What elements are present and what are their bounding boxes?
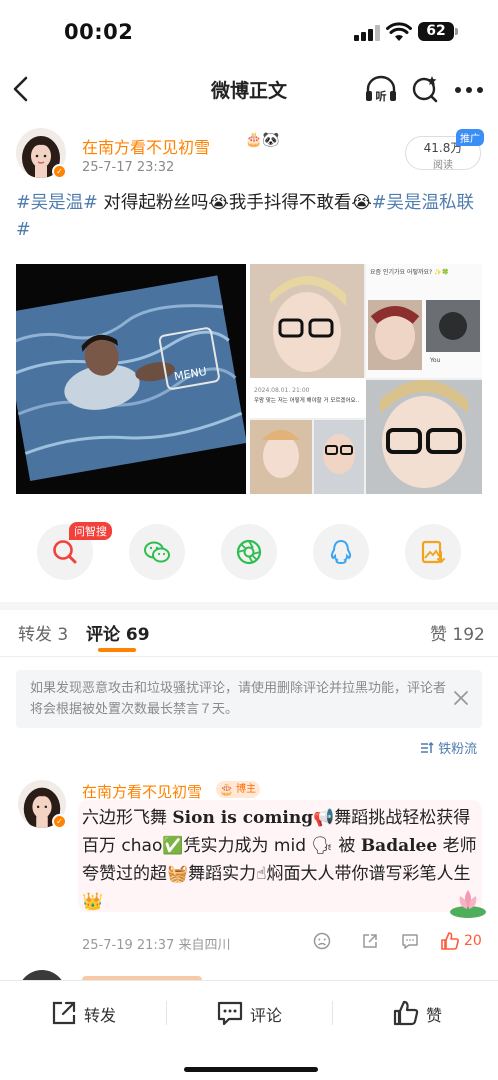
post-image-1[interactable]: MENU — [16, 264, 246, 494]
tab-like[interactable]: 赞 192 — [430, 620, 485, 645]
share-comment-icon[interactable] — [361, 932, 379, 950]
share-qq-button[interactable] — [313, 524, 369, 580]
battery-indicator: 62 — [418, 22, 454, 41]
tab-comment[interactable]: 评论 69 — [86, 620, 150, 645]
tab-comment-count: 69 — [125, 625, 150, 645]
tab-like-count: 192 — [452, 625, 485, 645]
ai-search-icon — [53, 540, 77, 564]
crown-icon: 🎂 — [219, 782, 234, 796]
comment-time: 25-7-19 21:37 — [82, 938, 175, 953]
share-wechat-button[interactable] — [129, 524, 185, 580]
sort-button[interactable]: 铁粉流 — [420, 738, 477, 757]
like-icon[interactable] — [440, 931, 460, 951]
ai-search-tag: 问智搜 — [69, 522, 112, 540]
read-label: 阅读 — [433, 160, 453, 171]
like-label: 赞 — [426, 1006, 443, 1025]
tab-repost-label: 转发 — [18, 625, 52, 645]
author-name[interactable]: 在南方看不见初雪 — [82, 134, 210, 158]
blogger-badge-label: 博主 — [236, 784, 256, 795]
comment-label: 评论 — [250, 1006, 283, 1025]
signal-icon — [354, 25, 380, 41]
repost-label: 转发 — [84, 1006, 117, 1025]
nav-bar: 微博正文 听 — [0, 64, 498, 114]
active-tab-indicator — [98, 648, 136, 652]
crying-emoji: 😭 — [208, 193, 229, 213]
verified-badge-icon: ✓ — [52, 814, 67, 829]
reply-icon[interactable] — [401, 932, 419, 950]
promo-tag: 推广 — [456, 129, 484, 146]
post-text-part: 对得起粉丝吗 — [97, 193, 209, 213]
like-icon — [393, 1000, 419, 1026]
bottom-separator — [332, 1001, 333, 1025]
comment-icon — [217, 1001, 243, 1026]
wifi-icon — [386, 22, 412, 41]
author-badges: 🎂🐼 — [245, 132, 280, 148]
blogger-badge: 🎂 博主 — [216, 781, 260, 798]
save-image-button[interactable] — [405, 524, 461, 580]
bottom-separator — [166, 1001, 167, 1025]
battery-tip — [455, 28, 458, 35]
share-moments-button[interactable] — [221, 524, 277, 580]
post-image-2[interactable]: 요즘 인기가요 어떻까요? ✨🍀 You 2024.08.01. 21:00 우… — [250, 264, 482, 494]
image-caption: 2024.08.01. 21:00 — [254, 387, 310, 394]
sort-label: 铁粉流 — [438, 742, 478, 757]
listen-icon-text: 听 — [376, 89, 387, 103]
topic-link[interactable]: #吴是温# — [16, 193, 98, 213]
image-caption: 요즘 인기가요 어떻까요? ✨🍀 — [370, 268, 449, 276]
more-icon[interactable] — [454, 86, 484, 94]
repost-icon — [52, 1001, 76, 1025]
wechat-icon — [144, 541, 170, 563]
sort-icon — [421, 741, 434, 753]
tab-divider — [0, 656, 498, 657]
tab-repost-count: 3 — [57, 625, 69, 645]
tab-repost[interactable]: 转发 3 — [18, 620, 68, 645]
post-time: 25-7-17 23:32 — [82, 160, 175, 175]
comment-button[interactable]: 评论 — [216, 999, 296, 1027]
verified-badge-icon: ✓ — [52, 164, 67, 179]
repost-button[interactable]: 转发 — [50, 999, 130, 1027]
dislike-icon[interactable] — [313, 932, 331, 950]
like-button[interactable]: 赞 — [392, 999, 462, 1027]
comment-text: 六边形飞舞 Sion is coming📢舞蹈挑战轻松获得百万 chao✅凭实力… — [82, 808, 477, 912]
lotus-icon — [450, 890, 486, 918]
tab-comment-label: 评论 — [86, 625, 120, 645]
image-caption: 우왕 맞는 저는 어떻게 해야할 거 모르겠어요.. — [254, 396, 359, 404]
comment-meta: 25-7-19 21:37 来自四川 — [82, 934, 231, 953]
comment-notice: 如果发现恶意攻击和垃圾骚扰评论，请使用删除评论并拉黑功能，评论者将会根据被处置次… — [16, 670, 482, 728]
save-image-icon — [421, 540, 445, 564]
refresh-icon[interactable] — [410, 74, 440, 104]
section-divider — [0, 602, 498, 610]
comment-like-count: 20 — [464, 933, 482, 949]
tab-like-label: 赞 — [430, 625, 447, 645]
notice-text: 如果发现恶意攻击和垃圾骚扰评论，请使用删除评论并拉黑功能，评论者将会根据被处置次… — [30, 681, 447, 717]
home-indicator — [184, 1067, 318, 1072]
post-text: #吴是温# 对得起粉丝吗😭我手抖得不敢看😭#吴是温私联# — [16, 190, 486, 244]
qq-icon — [330, 539, 352, 565]
moments-icon — [236, 539, 262, 565]
comment-location: 来自四川 — [178, 938, 231, 953]
crying-emoji: 😭 — [351, 193, 372, 213]
listen-icon[interactable]: 听 — [364, 74, 398, 104]
close-icon[interactable] — [452, 689, 470, 707]
post-text-part: 我手抖得不敢看 — [228, 193, 352, 213]
commenter-name[interactable]: 在南方看不见初雪 — [82, 781, 202, 802]
image-caption: You — [429, 357, 441, 364]
bottom-action-bar: 转发 评论 赞 — [0, 980, 498, 1080]
status-time: 00:02 — [64, 20, 134, 44]
status-bar: 00:02 62 — [0, 0, 498, 64]
